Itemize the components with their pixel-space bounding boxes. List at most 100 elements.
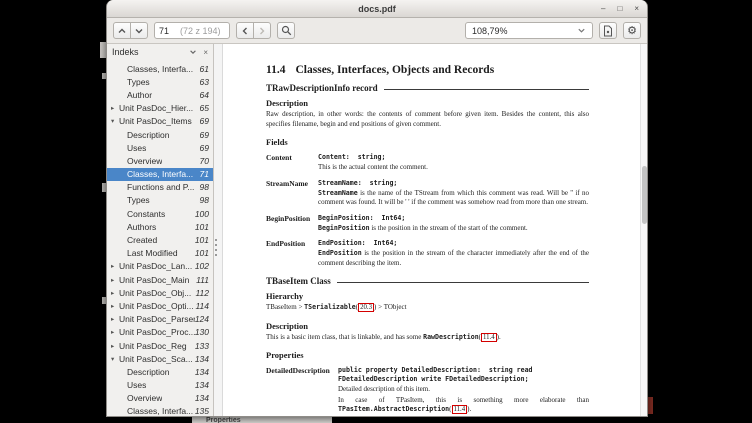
minimize-button[interactable]: –	[601, 5, 605, 13]
history-nav-group	[236, 22, 271, 39]
expander-icon[interactable]: ▾	[111, 355, 119, 363]
index-entry-label: Constants	[127, 209, 165, 219]
heading-rule	[384, 89, 589, 90]
document-scrollbar[interactable]	[640, 44, 647, 416]
main-area: Indeks × Classes, Interfa... 61	[107, 44, 647, 416]
scrollbar-thumb[interactable]	[642, 166, 647, 224]
next-page-button[interactable]	[130, 22, 148, 39]
page-nav-group	[113, 22, 148, 39]
background-window-text-sliver: Properties	[192, 417, 332, 423]
index-entry[interactable]: ▸ Unit PasDoc_Opti... 114	[107, 299, 213, 312]
fields-heading: Fields	[266, 137, 589, 147]
expander-icon[interactable]: ▸	[111, 342, 119, 350]
index-entry[interactable]: ▾ Unit PasDoc_Items 69	[107, 115, 213, 128]
section-link[interactable]: 11.4	[452, 405, 468, 414]
index-entry[interactable]: Classes, Interfa... 71	[107, 168, 213, 181]
chevron-down-icon[interactable]	[189, 48, 197, 56]
index-entry-page: 61	[200, 64, 213, 74]
pane-splitter-handle[interactable]	[215, 239, 217, 257]
index-entry[interactable]: Description 69	[107, 128, 213, 141]
index-entry-label: Unit PasDoc_Parser	[119, 314, 195, 324]
index-entry-label: Classes, Interfa...	[127, 406, 193, 416]
class-description-heading: Description	[266, 321, 589, 331]
index-entry-page: 124	[195, 314, 213, 324]
chevron-down-icon	[134, 26, 144, 36]
index-entry[interactable]: Uses 69	[107, 141, 213, 154]
index-entry[interactable]: Classes, Interfa... 135	[107, 405, 213, 416]
index-entry-page: 112	[195, 288, 213, 298]
pdf-viewer-window: docs.pdf – □ ×	[106, 0, 648, 417]
index-entry-page: 135	[195, 406, 213, 416]
hierarchy-line: TBaseItem > TSerializable(20.3) > TObjec…	[266, 303, 589, 313]
annotation-document-icon	[603, 25, 613, 37]
index-entry-label: Unit PasDoc_Lan...	[119, 261, 192, 271]
expander-icon[interactable]: ▾	[111, 117, 119, 125]
index-entry-label: Types	[127, 195, 150, 205]
sidebar-header: Indeks ×	[107, 44, 213, 60]
expander-icon[interactable]: ▸	[111, 262, 119, 270]
index-entry-page: 64	[200, 90, 213, 100]
section-link[interactable]: 20.3	[358, 303, 374, 312]
index-entry-label: Unit PasDoc_Main	[119, 275, 189, 285]
index-entry[interactable]: ▸ Unit PasDoc_Proc... 130	[107, 326, 213, 339]
chevron-right-icon	[257, 26, 267, 36]
index-entry-label: Overview	[127, 393, 162, 403]
field-row: BeginPosition BeginPosition: Int64; Begi…	[266, 214, 589, 234]
expander-icon[interactable]: ▸	[111, 315, 119, 323]
index-entry[interactable]: Functions and P... 98	[107, 181, 213, 194]
expander-icon[interactable]: ▸	[111, 328, 119, 336]
index-entry[interactable]: Constants 100	[107, 207, 213, 220]
index-entry[interactable]: Last Modified 101	[107, 247, 213, 260]
field-row: Content Content: string; This is the act…	[266, 153, 589, 173]
document-area: 11.4Classes, Interfaces, Objects and Rec…	[214, 44, 647, 416]
zoom-level-select[interactable]: 108,79%	[465, 22, 593, 39]
index-entry[interactable]: Description 134	[107, 365, 213, 378]
index-entry[interactable]: Created 101	[107, 233, 213, 246]
section-link[interactable]: 11.4	[481, 333, 497, 342]
index-entry[interactable]: Overview 70	[107, 154, 213, 167]
index-entry[interactable]: ▸ Unit PasDoc_Hier... 65	[107, 102, 213, 115]
index-entry-label: Unit PasDoc_Hier...	[119, 103, 193, 113]
sidebar-close-icon[interactable]: ×	[203, 48, 208, 57]
field-signature: Content: string;	[318, 153, 589, 162]
index-entry[interactable]: ▸ Unit PasDoc_Lan... 102	[107, 260, 213, 273]
index-entry-label: Created	[127, 235, 157, 245]
index-entry-label: Types	[127, 77, 150, 87]
previous-page-button[interactable]	[113, 22, 131, 39]
index-entry[interactable]: ▾ Unit PasDoc_Sca... 134	[107, 352, 213, 365]
index-entry[interactable]: Classes, Interfa... 61	[107, 62, 213, 75]
expander-icon[interactable]: ▸	[111, 276, 119, 284]
maximize-button[interactable]: □	[617, 5, 622, 13]
index-entry-page: 102	[195, 261, 213, 271]
index-entry[interactable]: Types 63	[107, 75, 213, 88]
chevron-left-icon	[240, 26, 250, 36]
annotate-button[interactable]	[599, 22, 617, 39]
close-button[interactable]: ×	[634, 5, 639, 13]
index-entry[interactable]: ▸ Unit PasDoc_Obj... 112	[107, 286, 213, 299]
index-entry[interactable]: ▸ Unit PasDoc_Main 111	[107, 273, 213, 286]
index-entry-page: 69	[200, 116, 213, 126]
section-heading: 11.4Classes, Interfaces, Objects and Rec…	[266, 64, 589, 76]
history-forward-button[interactable]	[253, 22, 271, 39]
expander-icon[interactable]: ▸	[111, 302, 119, 310]
index-entry-page: 65	[200, 103, 213, 113]
menu-button[interactable]: ⚙	[623, 22, 641, 39]
index-entry[interactable]: Author 64	[107, 88, 213, 101]
index-entry[interactable]: ▸ Unit PasDoc_Parser 124	[107, 313, 213, 326]
index-entry[interactable]: Types 98	[107, 194, 213, 207]
page-number-input[interactable]: 71 (72 z 194)	[154, 22, 230, 39]
expander-icon[interactable]: ▸	[111, 104, 119, 112]
index-entry-page: 98	[200, 195, 213, 205]
index-entry-page: 133	[195, 341, 213, 351]
history-back-button[interactable]	[236, 22, 254, 39]
index-entry[interactable]: Overview 134	[107, 392, 213, 405]
index-entry[interactable]: ▸ Unit PasDoc_Reg 133	[107, 339, 213, 352]
expander-icon[interactable]: ▸	[111, 289, 119, 297]
search-button[interactable]	[277, 22, 295, 39]
index-entry-page: 114	[195, 301, 213, 311]
index-entry[interactable]: Uses 134	[107, 379, 213, 392]
field-row: EndPosition EndPosition: Int64; EndPosit…	[266, 239, 589, 268]
index-entry[interactable]: Authors 101	[107, 220, 213, 233]
sidebar-mode-label[interactable]: Indeks	[112, 47, 139, 57]
titlebar[interactable]: docs.pdf – □ ×	[107, 0, 647, 18]
